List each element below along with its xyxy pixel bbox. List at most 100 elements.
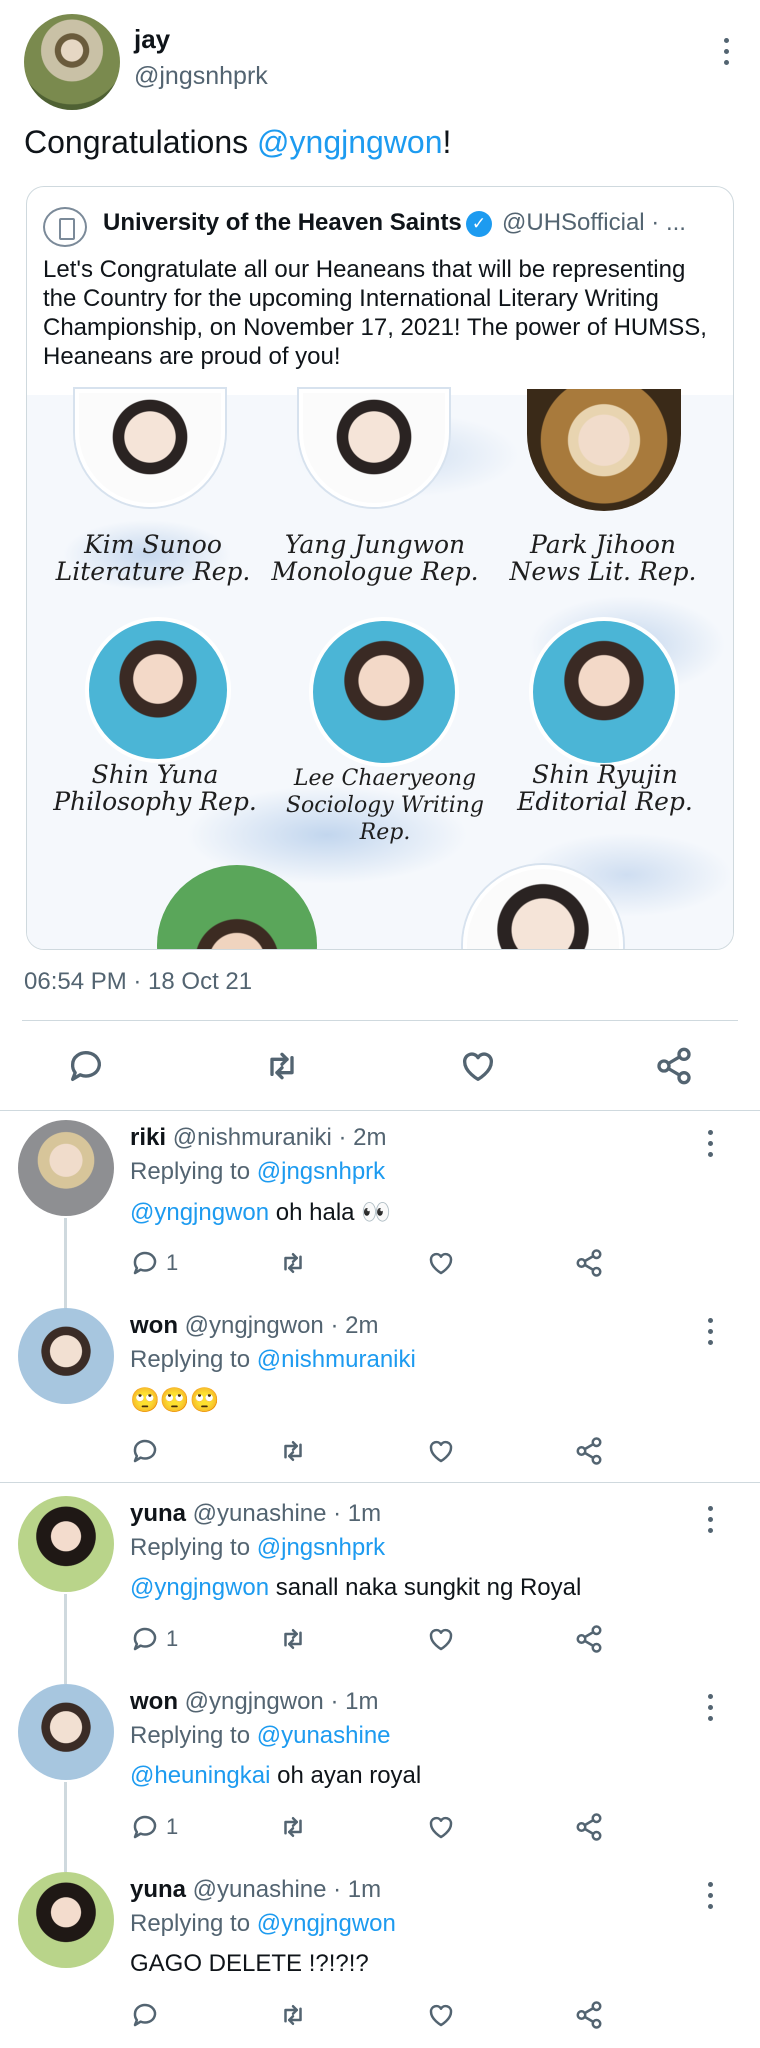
reply-actions: 1 [130,1622,630,1656]
like-button[interactable] [426,1810,456,1844]
replying-to-link[interactable]: @jngsnhprk [257,1534,385,1561]
avatar[interactable] [18,1872,114,1968]
retweet-button[interactable] [278,1998,308,2032]
more-vertical-icon[interactable] [720,38,732,65]
reply-author[interactable]: yuna @yunashine · 1m [130,1500,381,1528]
more-vertical-icon[interactable] [704,1130,716,1157]
share-icon [576,2001,602,2029]
replying-to-link[interactable]: @yunashine [257,1722,391,1749]
avatar[interactable] [18,1308,114,1404]
share-icon [576,1625,602,1653]
like-button[interactable] [426,1998,456,2032]
replying-to: Replying to @yngjngwon [130,1910,396,1938]
reply-body: 🙄🙄🙄 [130,1387,220,1414]
retweet-button[interactable] [278,1810,308,1844]
retweet-icon[interactable] [262,1046,302,1086]
tweet-text: Congratulations @yngjngwon! [24,124,451,161]
replying-to: Replying to @jngsnhprk [130,1534,385,1562]
poster-caption: Shin Ryujin Editorial Rep. [495,761,715,815]
reply-button[interactable] [130,1998,166,2032]
reply-tweet[interactable]: riki @nishmuraniki · 2m Replying to @jng… [0,1120,760,1300]
share-button[interactable] [574,1246,604,1280]
retweet-button[interactable] [278,1434,308,1468]
reply-button[interactable] [130,1434,166,1468]
share-button[interactable] [574,1434,604,1468]
poster-caption: Kim Sunoo Literature Rep. [43,531,263,585]
poster-caption: Lee Chaeryeong Sociology Writing Rep. [265,765,505,846]
reply-button[interactable]: 1 [130,1622,178,1656]
mention-link[interactable]: @heuningkai [130,1762,270,1789]
tweet-timestamp[interactable]: 06:54 PM · 18 Oct 21 [24,968,252,996]
reply-tweet[interactable]: yuna @yunashine · 1m Replying to @jngsnh… [0,1496,760,1676]
reply-text: @heuningkai oh ayan royal [130,1762,421,1790]
reply-author[interactable]: riki @nishmuraniki · 2m [130,1124,386,1152]
retweet-button[interactable] [278,1246,308,1280]
reply-tweet[interactable]: yuna @yunashine · 1m Replying to @yngjng… [0,1872,760,2048]
reply-button[interactable]: 1 [130,1810,178,1844]
heart-icon[interactable] [458,1046,498,1086]
heart-icon [429,1440,453,1463]
heart-icon [429,1816,453,1839]
reply-body: oh ayan royal [270,1762,422,1789]
poster-caption: Shin Yuna Philosophy Rep. [45,761,265,815]
quoted-media-image[interactable]: Kim Sunoo Literature Rep. Yang Jungwon M… [27,389,733,949]
reply-meta: @yunashine · 1m [186,1500,382,1527]
quoted-tweet-text: Let's Congratulate all our Heaneans that… [43,256,707,370]
reply-meta: @nishmuraniki · 2m [166,1124,387,1151]
reply-author[interactable]: won @yngjngwon · 2m [130,1312,378,1340]
share-icon[interactable] [654,1046,694,1086]
share-button[interactable] [574,1998,604,2032]
reply-actions: 1 [130,1246,630,1280]
avatar[interactable] [24,14,120,110]
reply-icon [133,1251,157,1275]
replying-to-link[interactable]: @nishmuraniki [257,1346,416,1373]
mention-link[interactable]: @yngjngwon [130,1574,269,1601]
tweet-text-suffix: ! [442,124,452,160]
reply-icon[interactable] [66,1046,106,1086]
reply-tweet[interactable]: won @yngjngwon · 2m Replying to @nishmur… [0,1308,760,1488]
reply-count: 1 [166,1814,179,1839]
reply-author[interactable]: won @yngjngwon · 1m [130,1688,378,1716]
share-icon [576,1249,602,1277]
heart-icon [429,1628,453,1651]
more-vertical-icon[interactable] [704,1506,716,1533]
quoted-tweet-card[interactable]: University of the Heaven Saints ✓ @UHSof… [26,186,734,950]
like-button[interactable] [426,1622,456,1656]
reply-name: yuna [130,1500,187,1527]
author-name[interactable]: jay [134,24,170,55]
divider [0,1110,760,1111]
replying-to: Replying to @yunashine [130,1722,391,1750]
portrait-photo [527,389,681,511]
heart-icon [429,2004,453,2027]
mention-link[interactable]: @yngjngwon [130,1199,269,1226]
replying-to-link[interactable]: @jngsnhprk [257,1158,385,1185]
avatar[interactable] [18,1496,114,1592]
portrait-photo [299,389,449,507]
replying-label: Replying to [130,1346,257,1373]
share-button[interactable] [574,1810,604,1844]
share-button[interactable] [574,1622,604,1656]
like-button[interactable] [426,1434,456,1468]
reply-tweet[interactable]: won @yngjngwon · 1m Replying to @yunashi… [0,1684,760,1864]
reply-text: @yngjngwon sanall naka sungkit ng Royal [130,1574,581,1602]
reply-button[interactable]: 1 [130,1246,178,1280]
avatar[interactable] [18,1120,114,1216]
reply-actions [130,1998,630,2032]
more-vertical-icon[interactable] [704,1694,716,1721]
reply-icon [133,2003,157,2027]
like-button[interactable] [426,1246,456,1280]
reply-author[interactable]: yuna @yunashine · 1m [130,1876,381,1904]
reply-count: 1 [166,1626,179,1651]
more-vertical-icon[interactable] [704,1318,716,1345]
more-vertical-icon[interactable] [704,1882,716,1909]
quoted-author-handle: @UHSofficial · ... [502,209,686,236]
avatar[interactable] [18,1684,114,1780]
portrait-photo [157,865,317,949]
retweet-icon [284,1629,302,1649]
caption-role: Philosophy Rep. [53,787,257,816]
caption-name: Park Jihoon [530,530,676,559]
replying-to-link[interactable]: @yngjngwon [257,1910,396,1937]
author-handle[interactable]: @jngsnhprk [134,62,268,91]
mention-link[interactable]: @yngjngwon [257,124,442,160]
retweet-button[interactable] [278,1622,308,1656]
